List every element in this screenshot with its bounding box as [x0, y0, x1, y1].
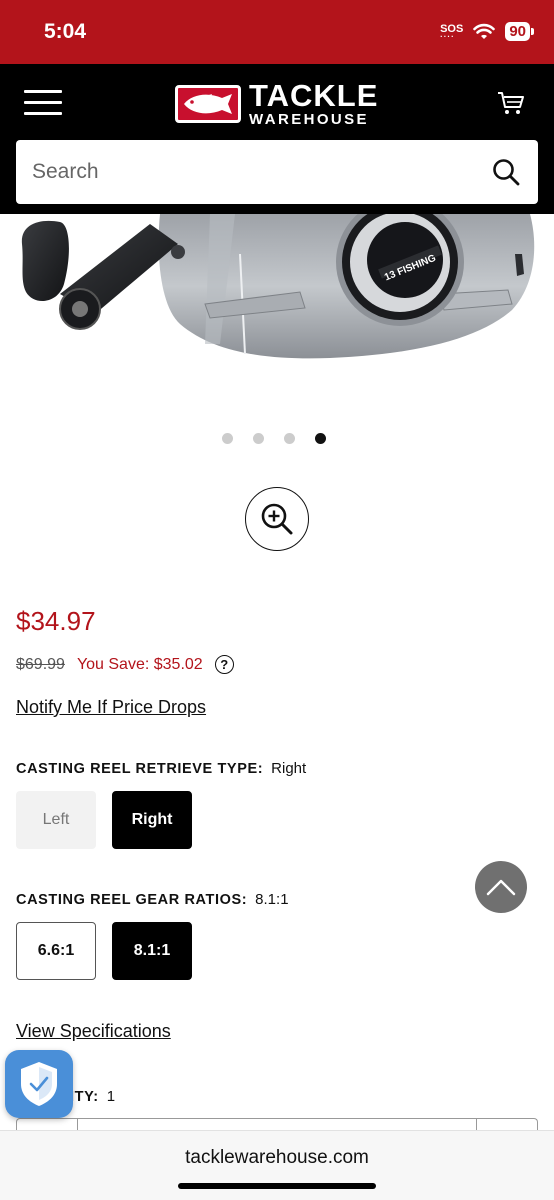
quantity-value: 1 — [106, 1088, 116, 1105]
gear-ratio-value: 8.1:1 — [255, 891, 289, 908]
retrieve-type-value: Right — [271, 760, 307, 777]
scroll-to-top-button[interactable] — [475, 861, 527, 913]
browser-url-bar: tacklewarehouse.com — [0, 1130, 554, 1200]
quantity-heading: ITY: — [70, 1089, 99, 1105]
search-input[interactable] — [32, 140, 472, 204]
retrieve-type-label: CASTING REEL RETRIEVE TYPE: Right — [16, 760, 306, 777]
carousel-dots — [222, 433, 326, 444]
logo-line-2: WAREHOUSE — [249, 111, 369, 128]
url-text[interactable]: tacklewarehouse.com — [0, 1147, 554, 1169]
sos-indicator: SOS ···· — [440, 22, 464, 41]
chevron-up-icon — [486, 879, 516, 896]
gear-ratio-6-6-button[interactable]: 6.6:1 — [16, 922, 96, 980]
shield-check-icon — [21, 1062, 57, 1106]
status-bar: 5:04 SOS ···· 90 — [0, 0, 554, 64]
status-time: 5:04 — [44, 20, 87, 43]
savings-text: You Save: $35.02 — [76, 655, 203, 673]
original-price: $69.99 — [16, 655, 65, 673]
gear-ratio-heading: CASTING REEL GEAR RATIOS: — [16, 892, 248, 908]
quantity-label: ITY: 1 — [70, 1088, 115, 1105]
price-savings-row: $69.99 You Save: $35.02 ? — [16, 655, 234, 674]
zoom-button[interactable] — [245, 487, 309, 551]
battery-indicator: 90 — [505, 22, 534, 41]
search-box — [16, 140, 538, 204]
bass-fish-logo-icon — [175, 84, 241, 123]
retrieve-type-heading: CASTING REEL RETRIEVE TYPE: — [16, 761, 264, 777]
home-indicator — [178, 1183, 376, 1189]
gear-ratio-8-1-button[interactable]: 8.1:1 — [112, 922, 192, 980]
hamburger-menu-icon[interactable] — [24, 90, 62, 116]
carousel-dot-4[interactable] — [315, 433, 326, 444]
help-icon[interactable]: ? — [214, 655, 234, 674]
cart-icon[interactable] — [496, 88, 526, 118]
carousel-dot-3[interactable] — [284, 433, 295, 444]
product-price: $34.97 — [16, 606, 96, 636]
product-image[interactable]: 13 FISHING — [0, 214, 554, 404]
status-icons: SOS ···· 90 — [440, 22, 534, 41]
logo-line-1: TACKLE — [249, 78, 379, 113]
site-logo[interactable]: TACKLE WAREHOUSE — [175, 80, 378, 127]
search-icon[interactable] — [492, 158, 520, 186]
retrieve-left-button[interactable]: Left — [16, 791, 96, 849]
carousel-dot-1[interactable] — [222, 433, 233, 444]
zoom-in-icon — [261, 503, 293, 535]
carousel-dot-2[interactable] — [253, 433, 264, 444]
gear-ratio-label: CASTING REEL GEAR RATIOS: 8.1:1 — [16, 891, 289, 908]
wifi-icon — [473, 23, 496, 39]
view-specifications-link[interactable]: View Specifications — [16, 1021, 171, 1042]
retrieve-right-button[interactable]: Right — [112, 791, 192, 849]
site-header: TACKLE WAREHOUSE — [0, 64, 554, 214]
notify-price-drop-link[interactable]: Notify Me If Price Drops — [16, 697, 206, 718]
security-shield-badge[interactable] — [5, 1050, 73, 1118]
